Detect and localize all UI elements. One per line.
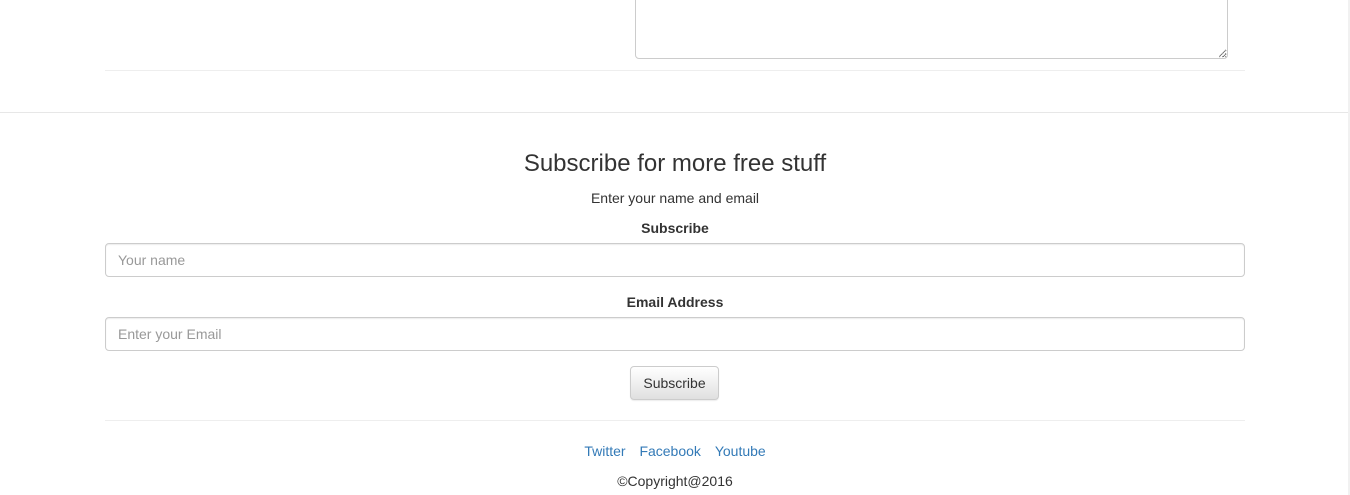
- divider: [105, 70, 1245, 71]
- youtube-link[interactable]: Youtube: [715, 443, 766, 459]
- copyright-text: ©Copyright@2016: [617, 473, 733, 489]
- email-input[interactable]: [105, 317, 1245, 351]
- twitter-link[interactable]: Twitter: [584, 443, 625, 459]
- message-textarea[interactable]: [635, 0, 1228, 59]
- subscribe-button[interactable]: Subscribe: [630, 366, 719, 400]
- email-label: Email Address: [626, 294, 724, 310]
- section-subtitle: Enter your name and email: [590, 190, 760, 206]
- divider: [105, 420, 1245, 421]
- section-title: Subscribe for more free stuff: [523, 150, 827, 177]
- contact-section-bottom: [0, 0, 1348, 113]
- social-links: Twitter Facebook Youtube: [105, 442, 1245, 460]
- facebook-link[interactable]: Facebook: [639, 443, 700, 459]
- name-input[interactable]: [105, 243, 1245, 277]
- resize-grip-icon[interactable]: [1217, 48, 1227, 58]
- name-label: Subscribe: [641, 220, 709, 236]
